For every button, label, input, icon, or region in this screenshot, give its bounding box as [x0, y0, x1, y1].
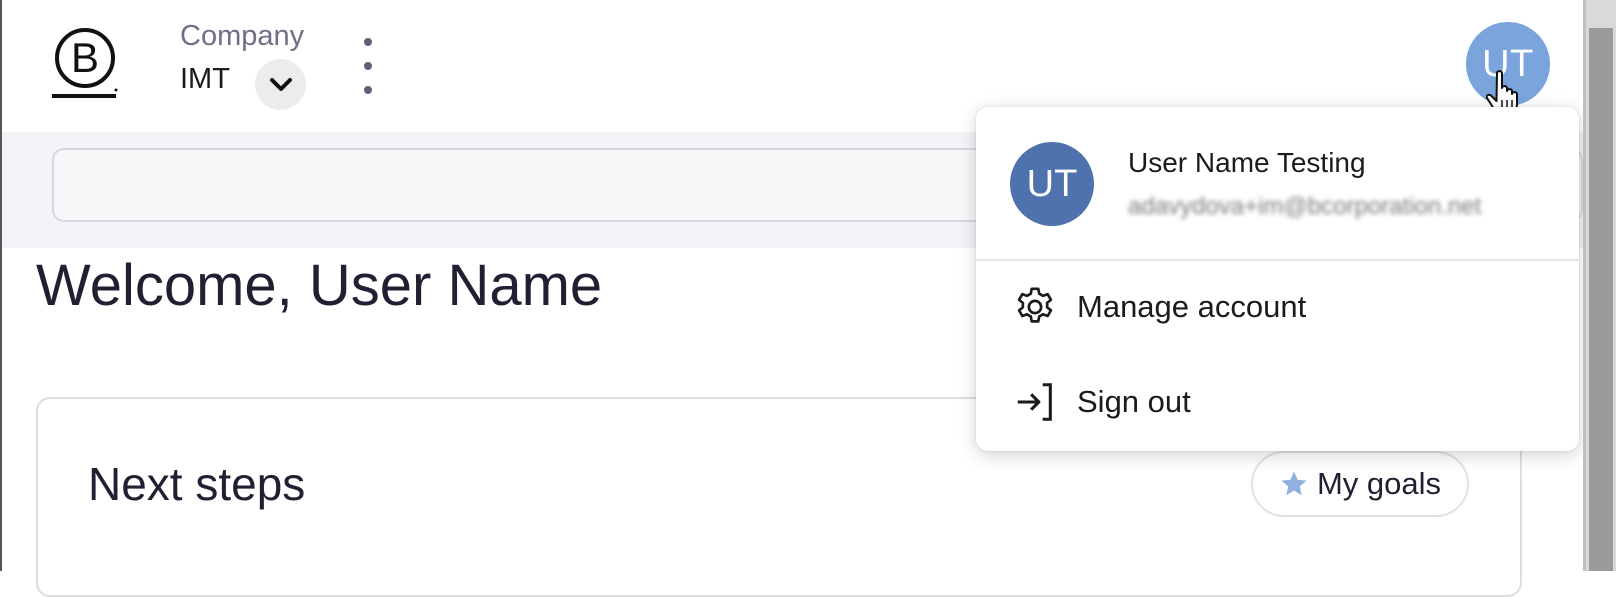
chevron-down-icon — [269, 77, 292, 91]
company-name: IMT — [180, 63, 230, 95]
account-menu: UT User Name Testing adavydova+im@bcorpo… — [976, 107, 1579, 451]
company-label: Company — [180, 20, 305, 52]
scrollbar-thumb[interactable] — [1589, 28, 1613, 571]
b-corp-logo[interactable]: B — [52, 22, 118, 104]
menu-user-name: User Name Testing — [1128, 147, 1366, 178]
company-dropdown-button[interactable] — [255, 59, 306, 110]
sign-out-label: Sign out — [1077, 384, 1191, 419]
menu-user-email: adavydova+im@bcorporation.net — [1128, 193, 1482, 220]
manage-account-menu-item[interactable]: Manage account — [976, 263, 1579, 351]
more-options-icon[interactable] — [362, 38, 374, 94]
my-goals-button[interactable]: My goals — [1251, 451, 1469, 517]
star-icon — [1281, 471, 1307, 496]
sign-out-menu-item[interactable]: Sign out — [976, 358, 1579, 446]
menu-avatar-initials: UT — [1026, 162, 1078, 205]
menu-avatar: UT — [1010, 142, 1094, 226]
svg-text:B: B — [71, 34, 99, 81]
menu-divider — [976, 259, 1579, 261]
sign-out-icon — [1017, 383, 1052, 421]
page-title: Welcome, User Name — [36, 253, 603, 318]
my-goals-label: My goals — [1316, 466, 1442, 501]
manage-account-label: Manage account — [1077, 289, 1307, 324]
scrollbar-edge — [1583, 0, 1586, 571]
next-steps-title: Next steps — [88, 458, 306, 510]
gear-icon — [1017, 287, 1053, 323]
